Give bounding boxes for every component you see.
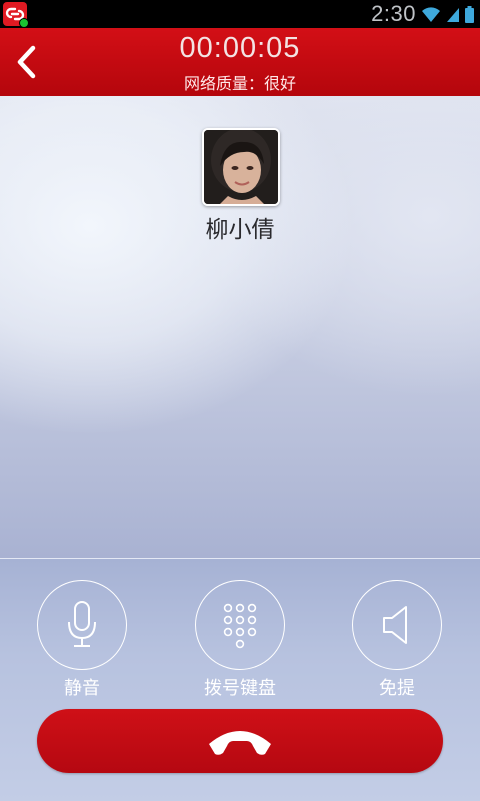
app-notification-icon xyxy=(3,2,29,28)
hang-up-icon xyxy=(209,731,271,755)
status-bar: 2:30 xyxy=(0,0,480,28)
call-timer: 00:00:05 xyxy=(179,32,301,64)
network-quality: 网络质量：很好 xyxy=(183,74,296,93)
avatar xyxy=(202,128,280,206)
speaker-label: 免提 xyxy=(379,678,415,699)
wifi-icon xyxy=(422,7,440,23)
contact-name: 柳小倩 xyxy=(205,217,275,243)
signal-icon xyxy=(447,8,459,22)
microphone-icon xyxy=(68,601,96,647)
end-call-button[interactable] xyxy=(37,709,443,773)
keypad-button[interactable] xyxy=(195,580,285,670)
dialpad-icon xyxy=(223,603,257,649)
mute-button[interactable] xyxy=(37,580,127,670)
keypad-label: 拨号键盘 xyxy=(204,678,276,699)
status-clock: 2:30 xyxy=(371,1,416,26)
mute-label: 静音 xyxy=(64,678,100,699)
speaker-icon xyxy=(383,606,407,644)
battery-icon xyxy=(465,6,474,23)
speaker-button[interactable] xyxy=(352,580,442,670)
call-header: 00:00:05 网络质量：很好 xyxy=(0,28,480,96)
